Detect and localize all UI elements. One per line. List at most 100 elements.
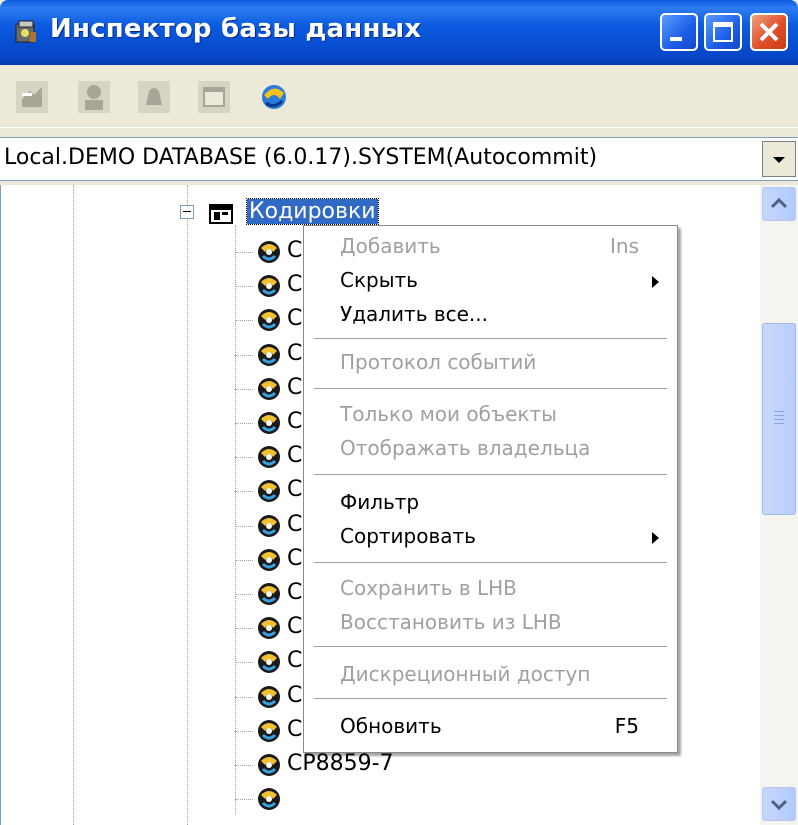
- scroll-down-button[interactable]: [762, 787, 796, 821]
- menu-item-label: Фильтр: [340, 490, 420, 514]
- tree-item-label: C: [287, 443, 303, 469]
- charset-icon: [255, 580, 283, 608]
- menu-item-hide[interactable]: Скрыть: [304, 264, 677, 298]
- tree-guide-line: [73, 185, 74, 825]
- submenu-arrow-icon: [652, 276, 659, 288]
- minimize-button[interactable]: [660, 13, 698, 51]
- toolbar-separator: [0, 127, 798, 128]
- menu-item-only-my-objects[interactable]: Только мои объекты: [304, 398, 677, 432]
- tree-connector: [235, 252, 253, 253]
- tree-connector: [235, 286, 253, 288]
- refresh-globe-icon[interactable]: [256, 79, 292, 115]
- title-bar[interactable]: Инспектор базы данных: [0, 0, 798, 65]
- tree-connector: [235, 354, 253, 356]
- tree-guide-line: [187, 185, 188, 825]
- window-icon[interactable]: [196, 79, 232, 115]
- menu-item-label: Обновить: [340, 714, 442, 738]
- menu-item-shortcut: Ins: [610, 234, 639, 258]
- bell-icon[interactable]: [136, 79, 172, 115]
- tree-item-label: C: [287, 374, 303, 400]
- menu-item-discretionary-access[interactable]: Дискреционный доступ: [304, 658, 677, 692]
- menu-item-label: Скрыть: [340, 268, 418, 292]
- menu-item-restore-lhb[interactable]: Восстановить из LHB: [304, 606, 677, 640]
- menu-item-label: Восстановить из LHB: [340, 610, 562, 634]
- menu-item-show-owner[interactable]: Отображать владельца: [304, 432, 677, 466]
- menu-separator: [314, 388, 667, 389]
- tree-item-label: C: [287, 545, 303, 571]
- connection-combobox[interactable]: Local.DEMO DATABASE (6.0.17).SYSTEM(Auto…: [0, 137, 798, 181]
- scroll-up-button[interactable]: [762, 187, 796, 221]
- menu-item-save-lhb[interactable]: Сохранить в LHB: [304, 572, 677, 606]
- menu-item-refresh[interactable]: Обновить F5: [304, 710, 677, 744]
- charset-icon: [255, 648, 283, 676]
- charset-icon: [255, 409, 283, 437]
- charset-icon: [255, 306, 283, 334]
- tree-item-label: C: [287, 238, 303, 263]
- tree-connector: [235, 696, 253, 698]
- tree-item-label: CP8859-7: [287, 751, 394, 776]
- connection-value: Local.DEMO DATABASE (6.0.17).SYSTEM(Auto…: [4, 145, 598, 170]
- menu-item-label: Протокол событий: [340, 350, 537, 374]
- chevron-down-icon: [770, 799, 788, 811]
- charset-icon: [255, 546, 283, 574]
- tree-connector: [235, 628, 253, 630]
- charset-icon: [255, 683, 283, 711]
- tree-connector: [235, 491, 253, 493]
- tree-connector: [235, 765, 253, 766]
- charset-icon: [255, 717, 283, 745]
- tree-item-label: C: [287, 409, 303, 434]
- scroll-thumb[interactable]: [762, 323, 796, 515]
- menu-item-delete-all[interactable]: Удалить все...: [304, 298, 677, 332]
- connection-dropdown-button[interactable]: [762, 141, 796, 177]
- tree-connector: [235, 320, 253, 322]
- close-icon: [759, 22, 779, 42]
- charset-icon: [255, 614, 283, 642]
- tree-item-label: C: [287, 340, 303, 366]
- menu-separator: [314, 338, 667, 339]
- maximize-button[interactable]: [704, 13, 742, 51]
- tree-connector: [235, 525, 253, 527]
- menu-item-label: Удалить все...: [340, 302, 489, 326]
- minimize-icon: [670, 37, 682, 41]
- tree-item-label: C: [287, 580, 303, 605]
- menu-item-add[interactable]: Добавить Ins: [304, 230, 677, 264]
- context-menu: Добавить Ins Скрыть Удалить все... Прото…: [303, 225, 678, 753]
- charset-icon: [255, 272, 283, 300]
- close-button[interactable]: [750, 13, 788, 51]
- menu-item-sort[interactable]: Сортировать: [304, 520, 677, 554]
- user-icon[interactable]: [76, 79, 112, 115]
- tree-item-label: C: [287, 682, 303, 708]
- tree-item-label: C: [287, 272, 303, 298]
- tree-folder-label: Кодировки: [246, 198, 379, 225]
- submenu-arrow-icon: [652, 532, 659, 544]
- charset-icon: [255, 375, 283, 403]
- collapse-icon[interactable]: [180, 205, 194, 219]
- menu-item-label: Сортировать: [340, 524, 476, 548]
- menu-separator: [314, 698, 667, 699]
- menu-item-filter[interactable]: Фильтр: [304, 486, 677, 520]
- add-object-icon[interactable]: [14, 79, 50, 115]
- tree-connector: [235, 423, 253, 424]
- charset-icon: [255, 341, 283, 369]
- tree-connector: [235, 559, 253, 561]
- tree-item-label: C: [287, 306, 303, 332]
- menu-separator: [314, 474, 667, 475]
- menu-item-event-log[interactable]: Протокол событий: [304, 346, 677, 380]
- tree-connector: [235, 662, 253, 664]
- tree-item-charset[interactable]: [235, 782, 435, 816]
- chevron-up-icon: [770, 197, 788, 209]
- folder-table-icon: [209, 204, 233, 224]
- tree-item-charset[interactable]: CP8859-7: [235, 748, 435, 782]
- tree-connector: [235, 457, 253, 459]
- charset-icon: [255, 785, 283, 813]
- tree-item-label: C: [287, 477, 303, 503]
- vertical-scrollbar[interactable]: [760, 185, 798, 825]
- menu-item-shortcut: F5: [614, 714, 639, 738]
- charset-icon: [255, 512, 283, 540]
- menu-item-label: Добавить: [340, 234, 441, 258]
- charset-icon: [255, 443, 283, 471]
- charset-icon: [255, 751, 283, 779]
- menu-item-label: Сохранить в LHB: [340, 576, 517, 600]
- menu-separator: [314, 562, 667, 563]
- charset-icon: [255, 238, 283, 266]
